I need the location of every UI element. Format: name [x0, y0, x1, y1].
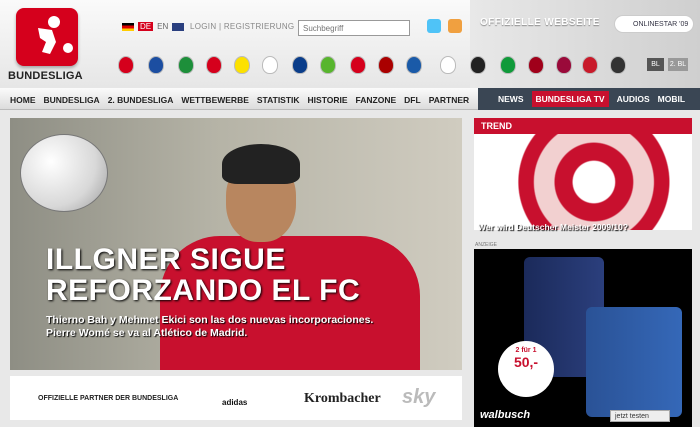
partners-title: OFFIZIELLE PARTNER DER BUNDESLIGA	[38, 395, 179, 402]
sky-logo[interactable]: sky	[402, 386, 435, 409]
frankfurt-icon[interactable]	[378, 56, 394, 74]
account-links: LOGIN | REGISTRIERUNG	[190, 22, 294, 31]
lang-en[interactable]: EN	[157, 22, 168, 31]
player-hair	[222, 144, 300, 184]
onlinestar-badge[interactable]: ONLINESTAR '09	[614, 15, 694, 33]
bl-toggle[interactable]: BL	[647, 58, 664, 71]
hero-banner[interactable]: ILLGNER SIGUE REFORZANDO EL FC Thierno B…	[10, 118, 462, 370]
ad-label: ANZEIGE	[475, 242, 497, 248]
twitter-icon[interactable]	[427, 19, 441, 33]
wolfsburg-icon[interactable]	[320, 56, 336, 74]
walbusch-ad[interactable]: 2 für 1 50,- walbusch jetzt testen	[474, 249, 692, 427]
offer-price: 50,-	[513, 354, 539, 370]
stuttgart-icon[interactable]	[262, 56, 278, 74]
logo-text: BUNDESLIGA	[8, 70, 83, 82]
hamburg-icon[interactable]	[292, 56, 308, 74]
hoffenheim-icon[interactable]	[406, 56, 422, 74]
bayern-icon[interactable]	[118, 56, 134, 74]
nav-news[interactable]: NEWS	[498, 94, 524, 104]
nav-historie[interactable]: HISTORIE	[308, 95, 348, 105]
main-nav: HOME BUNDESLIGA 2. BUNDESLIGA WETTBEWERB…	[0, 88, 700, 110]
nav-dfl[interactable]: DFL	[404, 95, 421, 105]
nav-mobil[interactable]: MOBIL	[658, 94, 685, 104]
register-link[interactable]: REGISTRIERUNG	[224, 22, 295, 31]
official-banner	[470, 0, 700, 88]
freiburg-icon[interactable]	[470, 56, 486, 74]
dortmund-icon[interactable]	[234, 56, 250, 74]
logo-icon	[16, 8, 78, 66]
schalke-icon[interactable]	[148, 56, 164, 74]
hero-subtitle: Thierno Bah y Mehmet Ekici son las dos n…	[46, 314, 373, 340]
trend-caption[interactable]: Wer wird Deutscher Meister 2009/10?	[478, 222, 628, 232]
bl2-toggle[interactable]: 2. BL	[668, 58, 688, 71]
nav-bundesliga-tv[interactable]: BUNDESLIGA TV	[531, 91, 609, 107]
extra-club-icon[interactable]	[582, 56, 598, 74]
leverkusen-icon[interactable]	[206, 56, 222, 74]
hero-headline-line1[interactable]: ILLGNER SIGUE	[46, 244, 360, 275]
nuernberg-icon[interactable]	[528, 56, 544, 74]
media-nav: NEWS BUNDESLIGA TV AUDIOS MOBIL	[478, 88, 700, 110]
walbusch-logo: walbusch	[480, 409, 531, 421]
extra-club-2-icon[interactable]	[610, 56, 626, 74]
partners-bar: OFFIZIELLE PARTNER DER BUNDESLIGA adidas…	[10, 376, 462, 420]
nav-wettbewerbe[interactable]: WETTBEWERBE	[181, 95, 249, 105]
official-website-label: OFFIZIELLE WEBSEITE	[480, 17, 600, 28]
nav-home[interactable]: HOME	[10, 95, 36, 105]
lang-de[interactable]: DE	[138, 22, 154, 31]
adidas-logo[interactable]: adidas	[222, 398, 247, 407]
uk-flag-icon[interactable]	[172, 22, 185, 31]
hero-sub-line1: Thierno Bah y Mehmet Ekici son las dos n…	[46, 314, 374, 326]
nav-statistik[interactable]: STATISTIK	[257, 95, 300, 105]
offer-badge: 2 für 1 50,-	[498, 341, 554, 397]
nav-fanzone[interactable]: FANZONE	[356, 95, 397, 105]
nav-2-bundesliga[interactable]: 2. BUNDESLIGA	[108, 95, 174, 105]
login-link[interactable]: LOGIN	[190, 22, 216, 31]
hero-headline[interactable]: ILLGNER SIGUE REFORZANDO EL FC	[46, 244, 360, 306]
bundesliga-logo[interactable]: BUNDESLIGA	[8, 8, 92, 84]
search-input[interactable]	[298, 20, 410, 36]
nav-audios[interactable]: AUDIOS	[617, 94, 650, 104]
nav-partner[interactable]: PARTNER	[429, 95, 469, 105]
offer-text: 2 für 1	[515, 347, 537, 354]
rss-icon[interactable]	[448, 19, 462, 33]
bochum-icon[interactable]	[556, 56, 572, 74]
nav-bundesliga[interactable]: BUNDESLIGA	[44, 95, 100, 105]
link-separator: |	[218, 22, 222, 31]
language-switch[interactable]: DE EN	[122, 22, 185, 31]
mainz-icon[interactable]	[350, 56, 366, 74]
koeln-icon[interactable]	[440, 56, 456, 74]
werder-icon[interactable]	[178, 56, 194, 74]
germany-flag-icon[interactable]	[122, 22, 134, 31]
hero-headline-line2[interactable]: REFORZANDO EL FC	[46, 275, 360, 306]
trend-teaser[interactable]: Wer wird Deutscher Meister 2009/10?	[474, 134, 692, 232]
shirt-image-2	[586, 307, 682, 417]
test-now-button[interactable]: jetzt testen	[610, 410, 670, 422]
krombacher-logo[interactable]: Krombacher	[304, 391, 381, 407]
sidebar: TREND Wer wird Deutscher Meister 2009/10…	[474, 118, 692, 427]
hero-sub-line2: Pierre Womé se va al Atlético de Madrid.	[46, 327, 248, 339]
trend-title: TREND	[474, 118, 692, 134]
football-icon	[20, 134, 108, 212]
hannover-icon[interactable]	[500, 56, 516, 74]
